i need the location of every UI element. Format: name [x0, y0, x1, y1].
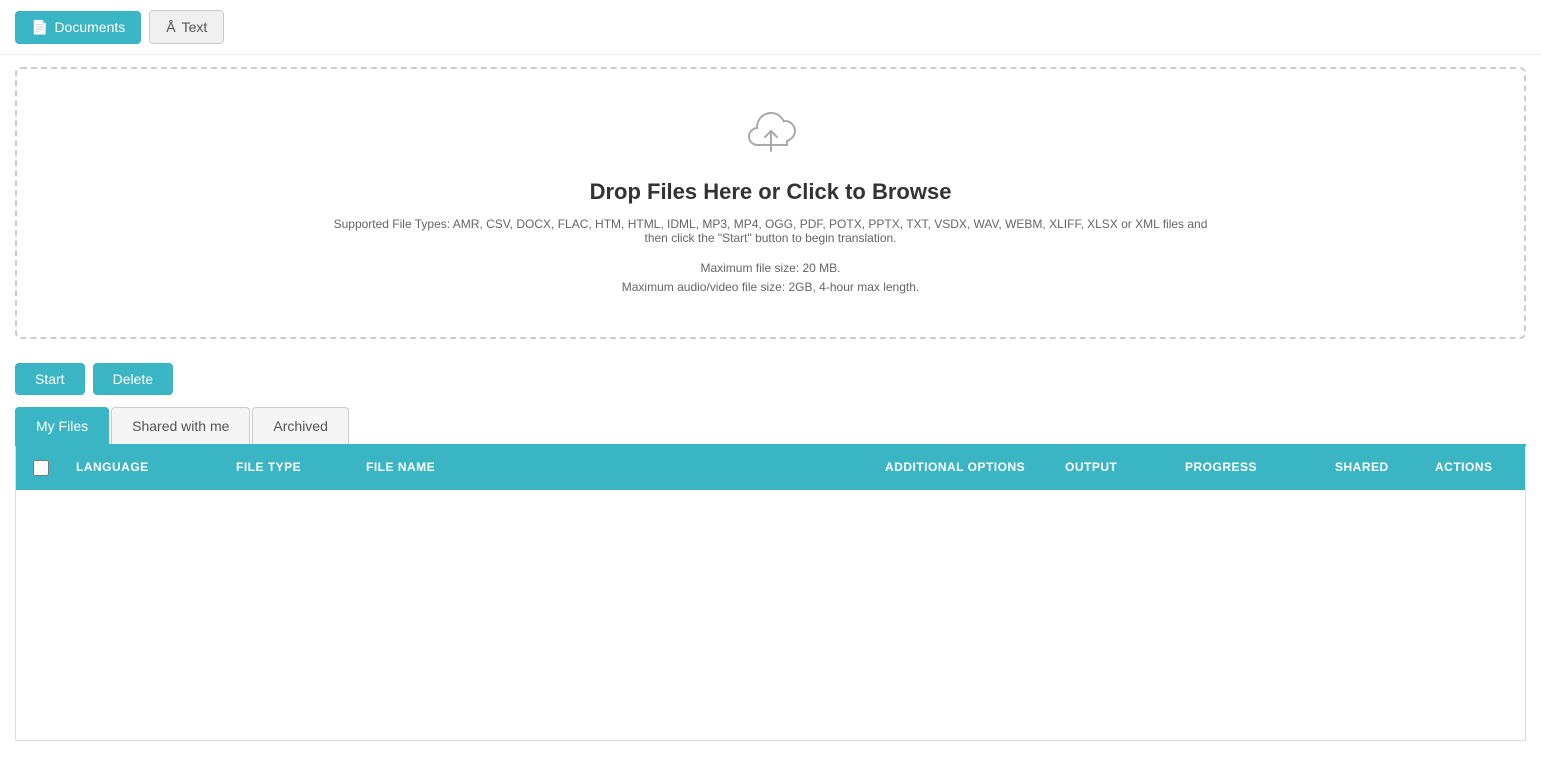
max-audio-video: Maximum audio/video file size: 2GB, 4-ho…: [37, 278, 1504, 297]
max-file-size: Maximum file size: 20 MB.: [37, 259, 1504, 278]
documents-icon: 📄: [31, 19, 48, 36]
tab-shared-with-me[interactable]: Shared with me: [111, 407, 250, 444]
tab-shared-with-me-label: Shared with me: [132, 418, 229, 434]
header-progress: PROGRESS: [1175, 446, 1325, 490]
header-actions: ACTIONS: [1425, 446, 1525, 490]
file-tabs: My Files Shared with me Archived: [15, 407, 1526, 446]
file-size-limits: Maximum file size: 20 MB. Maximum audio/…: [37, 259, 1504, 297]
select-all-checkbox[interactable]: [33, 460, 49, 476]
header-additional-options: ADDITIONAL OPTIONS: [875, 446, 1055, 490]
files-table: LANGUAGE FILE TYPE FILE NAME ADDITIONAL …: [15, 446, 1526, 741]
delete-button[interactable]: Delete: [93, 363, 173, 395]
tab-my-files-label: My Files: [36, 418, 88, 434]
text-button[interactable]: Å Text: [149, 10, 224, 44]
text-translate-icon: Å: [166, 19, 175, 35]
tab-my-files[interactable]: My Files: [15, 407, 109, 444]
header-file-name: FILE NAME: [356, 446, 875, 490]
supported-file-types: Supported File Types: AMR, CSV, DOCX, FL…: [321, 217, 1221, 245]
tab-archived[interactable]: Archived: [252, 407, 348, 444]
upload-cloud-icon: [37, 109, 1504, 167]
header-output: OUTPUT: [1055, 446, 1175, 490]
header-checkbox-cell[interactable]: [16, 446, 66, 490]
drop-zone-title: Drop Files Here or Click to Browse: [37, 179, 1504, 205]
start-button[interactable]: Start: [15, 363, 85, 395]
table-body: [16, 490, 1525, 740]
header-language: LANGUAGE: [66, 446, 226, 490]
documents-button[interactable]: 📄 Documents: [15, 11, 141, 44]
text-label: Text: [182, 19, 208, 35]
drop-zone[interactable]: Drop Files Here or Click to Browse Suppo…: [15, 67, 1526, 339]
action-buttons: Start Delete: [0, 351, 1541, 395]
tab-archived-label: Archived: [273, 418, 327, 434]
table-header: LANGUAGE FILE TYPE FILE NAME ADDITIONAL …: [16, 446, 1525, 490]
header-file-type: FILE TYPE: [226, 446, 356, 490]
documents-label: Documents: [54, 19, 125, 35]
top-nav: 📄 Documents Å Text: [0, 0, 1541, 55]
header-shared: SHARED: [1325, 446, 1425, 490]
